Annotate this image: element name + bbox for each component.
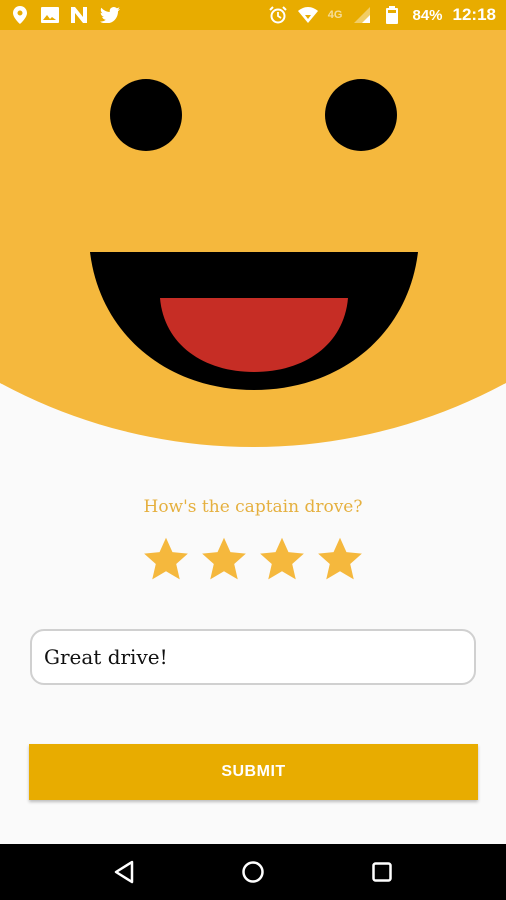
battery-icon — [382, 5, 402, 25]
network-label: 4G — [327, 9, 343, 21]
status-bar: 4G 84% 12:18 — [0, 0, 506, 30]
home-icon — [242, 861, 264, 883]
battery-percent: 84% — [412, 6, 443, 24]
smiley-face — [0, 0, 506, 470]
image-icon — [40, 5, 60, 25]
status-left-icons — [10, 5, 120, 25]
recents-button[interactable] — [362, 852, 402, 892]
submit-button[interactable]: SUBMIT — [29, 744, 478, 800]
wifi-icon — [297, 5, 318, 25]
navigation-bar — [0, 844, 506, 900]
rating-question: How's the captain drove? — [143, 497, 363, 517]
star-1[interactable] — [141, 534, 191, 584]
left-eye — [110, 79, 182, 151]
star-2[interactable] — [199, 534, 249, 584]
right-eye — [325, 79, 397, 151]
n-app-icon — [70, 5, 90, 25]
back-button[interactable] — [104, 852, 144, 892]
location-icon — [10, 5, 30, 25]
signal-icon — [352, 5, 372, 25]
twitter-icon — [100, 5, 120, 25]
clock: 12:18 — [452, 5, 496, 24]
comment-input[interactable] — [30, 629, 476, 685]
star-3[interactable] — [257, 534, 307, 584]
alarm-icon — [268, 5, 288, 25]
star-4[interactable] — [315, 534, 365, 584]
recents-icon — [371, 862, 392, 882]
rating-screen: 4G 84% 12:18 How's the captain drove? Gr… — [0, 0, 506, 900]
back-icon — [115, 860, 134, 884]
home-button[interactable] — [233, 852, 273, 892]
status-right-icons: 4G 84% 12:18 — [268, 5, 496, 25]
submit-label: SUBMIT — [221, 763, 286, 780]
star-rating[interactable] — [0, 534, 506, 584]
